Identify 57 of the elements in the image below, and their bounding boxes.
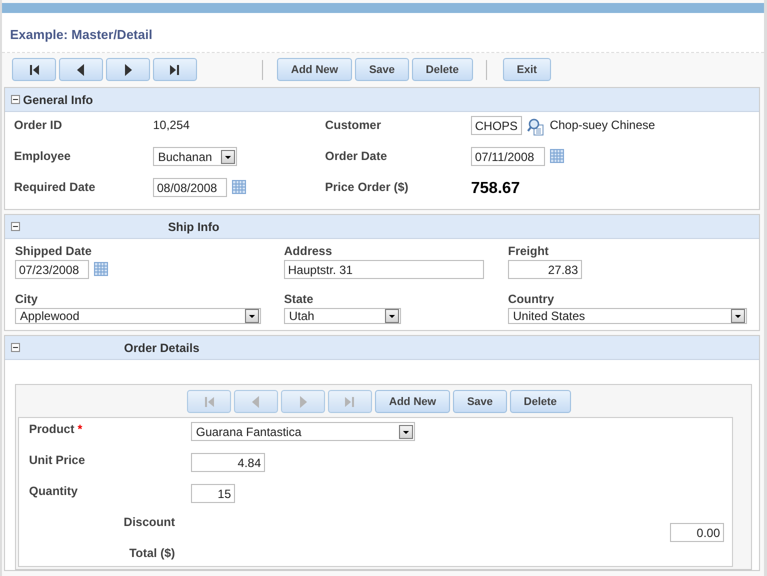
field-label: Country: [508, 292, 554, 306]
customer-code-field[interactable]: CHOPS: [471, 116, 522, 135]
field-label: City: [15, 292, 38, 306]
field-label: State: [284, 292, 314, 306]
customer-name: Chop-suey Chinese: [550, 117, 656, 132]
nav-button[interactable]: [106, 58, 150, 81]
nav-arrow-icon: [343, 394, 357, 408]
nav-button[interactable]: [153, 58, 197, 81]
search-icon[interactable]: [526, 118, 545, 136]
toolbar-button[interactable]: Add New: [277, 58, 352, 81]
field-label: Required Date: [14, 179, 96, 196]
product-dropdown[interactable]: Guarana Fantastica: [191, 422, 415, 441]
nav-arrow-icon: [202, 394, 216, 408]
toolbar-button[interactable]: Add New: [375, 390, 450, 413]
field-label: Customer: [325, 117, 382, 134]
collapse-icon[interactable]: [11, 95, 20, 104]
field-label: Discount: [122, 515, 175, 531]
page-title: Example: Master/Detail: [2, 13, 764, 53]
unit-price-field[interactable]: 4.84: [191, 453, 265, 472]
collapse-icon[interactable]: [11, 222, 20, 231]
nav-arrow-icon: [27, 62, 41, 76]
toolbar-button[interactable]: Save: [453, 390, 507, 413]
discount-field[interactable]: 0.00: [670, 523, 724, 542]
nav-button[interactable]: [12, 58, 56, 81]
field-label: Total ($): [128, 546, 175, 562]
collapse-icon[interactable]: [11, 343, 20, 352]
address-field[interactable]: Hauptstr. 31: [284, 260, 484, 279]
panel-title: Ship Info: [168, 220, 220, 234]
field-label: Address: [284, 244, 332, 258]
panel-title: Order Details: [124, 340, 200, 354]
toolbar-button[interactable]: Save: [355, 58, 409, 81]
nav-button[interactable]: [59, 58, 103, 81]
nav-arrow-icon: [168, 62, 182, 76]
field-label: Freight: [508, 244, 549, 258]
panel-title: General Info: [23, 92, 94, 106]
required-date-field[interactable]: 08/08/2008: [153, 178, 227, 197]
toolbar-button[interactable]: Delete: [510, 390, 571, 413]
field-label: Quantity: [29, 484, 79, 500]
field-label: Shipped Date: [15, 244, 92, 258]
state-dropdown[interactable]: Utah: [284, 308, 401, 324]
freight-field[interactable]: 27.83: [508, 260, 582, 279]
order-date-field[interactable]: 07/11/2008: [471, 147, 545, 166]
city-dropdown[interactable]: Applewood: [15, 308, 261, 324]
country-dropdown[interactable]: United States: [508, 308, 747, 324]
field-label: Order Date: [325, 148, 388, 165]
order-id-value: 10,254: [153, 117, 191, 134]
price-order-value: 758.67: [471, 179, 521, 199]
field-label: Product *: [29, 422, 84, 438]
field-label: Employee: [14, 148, 72, 165]
employee-dropdown[interactable]: Buchanan: [153, 147, 237, 166]
shipped-date-field[interactable]: 07/23/2008: [15, 260, 89, 279]
toolbar-button[interactable]: Delete: [412, 58, 473, 81]
field-label: Price Order ($): [325, 179, 410, 196]
field-label: Order ID: [14, 117, 64, 134]
field-label: Unit Price: [29, 453, 86, 469]
toolbar-button[interactable]: Exit: [502, 58, 551, 81]
quantity-field[interactable]: 15: [191, 484, 235, 503]
